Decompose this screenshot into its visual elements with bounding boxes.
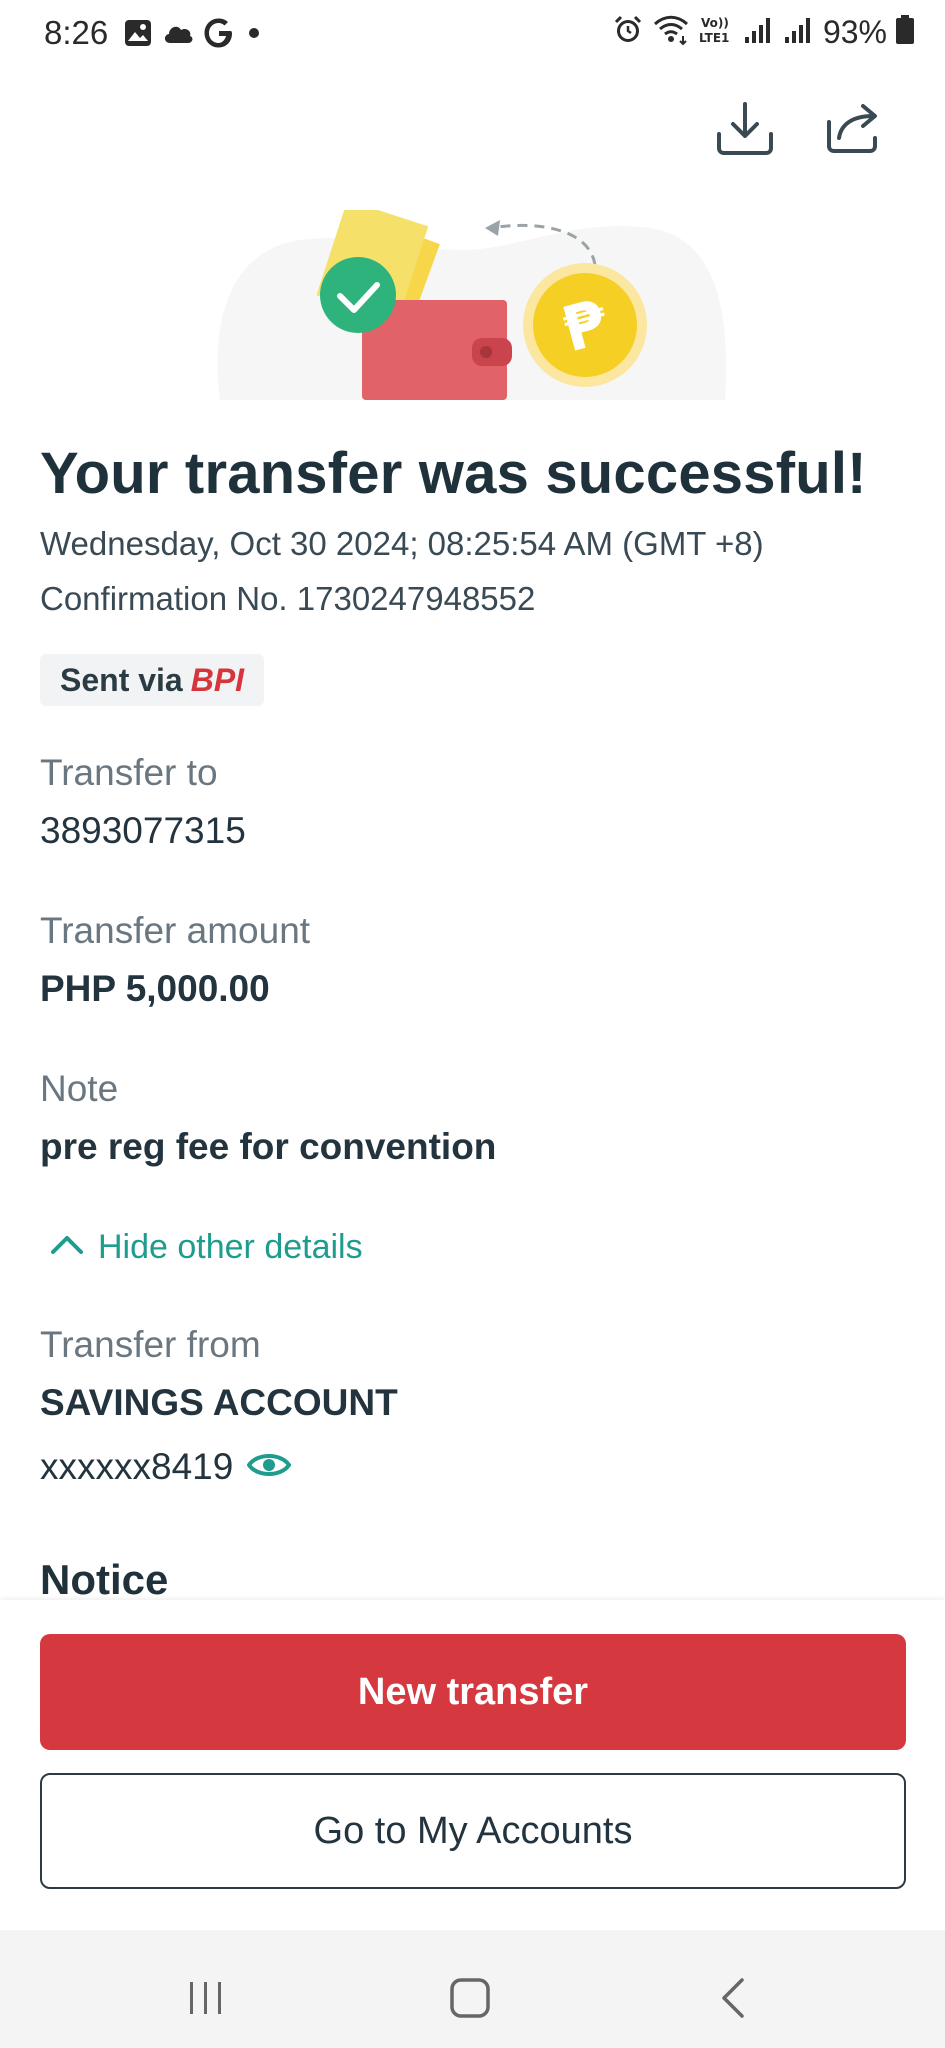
transfer-to-label: Transfer to xyxy=(40,752,218,793)
sent-via-badge: Sent via BPI xyxy=(40,654,265,706)
chevron-up-icon xyxy=(50,1234,84,1261)
home-icon xyxy=(448,1976,492,2025)
recents-icon xyxy=(184,1978,228,2023)
account-type: SAVINGS ACCOUNT xyxy=(40,1382,398,1423)
top-actions xyxy=(713,98,885,162)
peso-coin-icon: ₱ xyxy=(523,263,647,387)
home-button[interactable] xyxy=(440,1970,500,2030)
status-time: 8:26 xyxy=(44,14,109,51)
status-bar: 8:26 Vo)) LTE1 93% xyxy=(0,0,945,72)
back-button[interactable] xyxy=(704,1970,764,2030)
download-icon xyxy=(715,100,775,161)
signal-icon xyxy=(743,15,775,50)
amount-label: Transfer amount xyxy=(40,910,311,951)
account-number-row: xxxxxx8419 xyxy=(40,1446,292,1488)
volte-icon: Vo)) LTE1 xyxy=(699,14,735,51)
recents-button[interactable] xyxy=(176,1970,236,2030)
share-button[interactable] xyxy=(821,98,885,162)
battery-icon xyxy=(895,15,915,50)
svg-text:Vo)): Vo)) xyxy=(701,16,729,30)
transfer-from-label: Transfer from xyxy=(40,1324,261,1365)
account-number: xxxxxx8419 xyxy=(40,1446,234,1487)
google-icon xyxy=(204,18,234,53)
share-icon xyxy=(825,102,881,159)
system-nav-bar xyxy=(0,1930,945,2048)
hide-details-label: Hide other details xyxy=(98,1228,363,1266)
bank-logo: BPI xyxy=(190,661,245,698)
notice-heading: Notice xyxy=(40,1556,169,1603)
sent-via-label: Sent via xyxy=(60,661,183,698)
go-to-accounts-button[interactable]: Go to My Accounts xyxy=(40,1773,906,1889)
gallery-icon xyxy=(124,19,152,52)
download-button[interactable] xyxy=(713,98,777,162)
dot-icon xyxy=(244,23,264,48)
signal-icon-2 xyxy=(783,15,815,50)
wifi-icon xyxy=(651,14,691,51)
status-right-icons: Vo)) LTE1 93% xyxy=(613,14,915,51)
back-icon xyxy=(714,1976,754,2025)
note-value: pre reg fee for convention xyxy=(40,1126,497,1167)
cloud-icon xyxy=(162,21,194,50)
svg-text:LTE1: LTE1 xyxy=(699,31,729,45)
status-left-icons xyxy=(124,18,264,53)
confirmation-number: Confirmation No. 1730247948552 xyxy=(40,580,536,617)
success-illustration: ₱ xyxy=(210,200,730,400)
battery-percent: 93% xyxy=(822,14,887,50)
hide-details-toggle[interactable]: Hide other details xyxy=(50,1228,363,1267)
new-transfer-button[interactable]: New transfer xyxy=(40,1634,906,1750)
amount-value: PHP 5,000.00 xyxy=(40,968,270,1009)
note-label: Note xyxy=(40,1068,119,1109)
page-title: Your transfer was successful! xyxy=(40,441,867,506)
alarm-icon xyxy=(613,15,643,50)
transfer-to-value: 3893077315 xyxy=(40,810,246,851)
check-icon xyxy=(320,257,396,333)
eye-icon[interactable] xyxy=(246,1450,292,1485)
transfer-datetime: Wednesday, Oct 30 2024; 08:25:54 AM (GMT… xyxy=(40,525,764,562)
